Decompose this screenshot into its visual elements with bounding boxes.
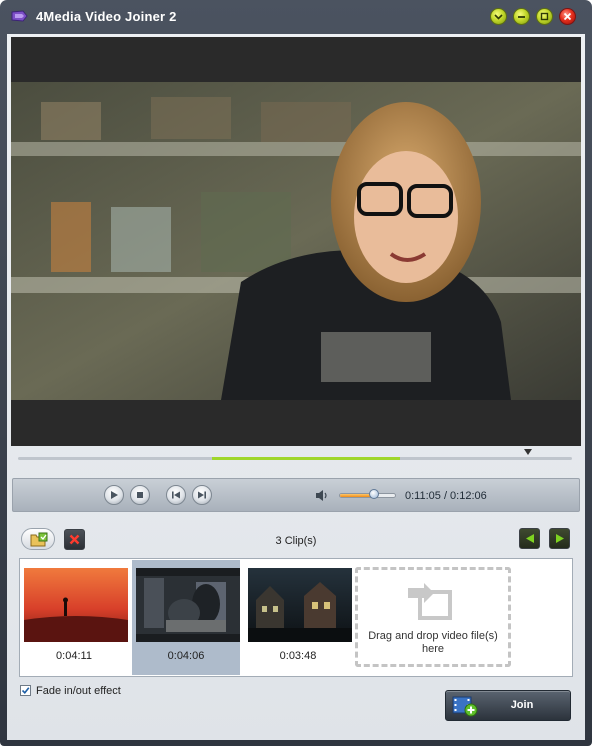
- clip-duration: 0:04:06: [167, 650, 205, 662]
- move-left-icon: [526, 534, 534, 543]
- current-clip-segment: [212, 457, 400, 460]
- next-button[interactable]: [192, 485, 212, 505]
- join-film-icon: [452, 696, 478, 717]
- clip-thumbnail: [136, 568, 240, 642]
- minimize-button[interactable]: [513, 8, 530, 25]
- minimize-icon: [518, 16, 525, 18]
- previous-icon: [172, 491, 180, 499]
- close-button[interactable]: [559, 8, 576, 25]
- drop-hint-text: Drag and drop video file(s) here: [368, 630, 498, 655]
- join-button[interactable]: Join: [445, 690, 571, 721]
- fade-checkbox[interactable]: [20, 685, 31, 696]
- close-icon: [563, 12, 572, 21]
- video-preview[interactable]: [11, 37, 581, 446]
- volume-slider[interactable]: [339, 493, 396, 498]
- checkmark-icon: [21, 687, 30, 694]
- join-label: Join: [510, 699, 534, 711]
- time-display: 0:11:05 / 0:12:06: [405, 490, 487, 502]
- clip-item-selected[interactable]: 0:04:06: [132, 560, 240, 675]
- drop-arrow-icon: [408, 583, 452, 620]
- title-bar[interactable]: 4Media Video Joiner 2: [0, 0, 592, 32]
- previous-button[interactable]: [166, 485, 186, 505]
- playback-controls: 0:11:05 / 0:12:06: [12, 478, 580, 512]
- tray-button[interactable]: [490, 8, 507, 25]
- play-button[interactable]: [104, 485, 124, 505]
- clip-item[interactable]: 0:03:48: [244, 560, 352, 675]
- maximize-icon: [540, 12, 549, 21]
- clip-thumbnail: [248, 568, 352, 642]
- clip-item[interactable]: 0:04:11: [20, 560, 128, 675]
- app-window: 4Media Video Joiner 2 0:11:05 / 0:12:06 …: [0, 0, 592, 746]
- clip-thumbnail: [24, 568, 128, 642]
- maximize-button[interactable]: [536, 8, 553, 25]
- clip-duration: 0:03:48: [279, 650, 317, 662]
- play-icon: [111, 491, 118, 499]
- stop-icon: [137, 492, 143, 498]
- move-right-button[interactable]: [549, 528, 570, 549]
- volume-icon[interactable]: [315, 489, 329, 502]
- fade-label: Fade in/out effect: [36, 685, 121, 697]
- drop-zone[interactable]: Drag and drop video file(s) here: [355, 567, 511, 667]
- clip-list: 0:04:11 0:04:06 0:03:48 Drag and drop vi…: [19, 558, 573, 677]
- next-icon: [198, 491, 206, 499]
- playhead-marker[interactable]: [524, 449, 532, 455]
- stop-button[interactable]: [130, 485, 150, 505]
- chevron-down-icon: [494, 14, 503, 20]
- window-title: 4Media Video Joiner 2: [36, 9, 177, 24]
- clip-duration: 0:04:11: [56, 650, 92, 662]
- move-left-button[interactable]: [519, 528, 540, 549]
- move-right-icon: [556, 534, 564, 543]
- seek-bar[interactable]: [18, 449, 572, 460]
- main-panel: 0:11:05 / 0:12:06 3 Clip(s) 0:04:11 0:04…: [7, 34, 585, 740]
- clip-count: 3 Clip(s): [275, 535, 317, 547]
- app-icon: [11, 10, 28, 22]
- video-frame: [11, 82, 581, 400]
